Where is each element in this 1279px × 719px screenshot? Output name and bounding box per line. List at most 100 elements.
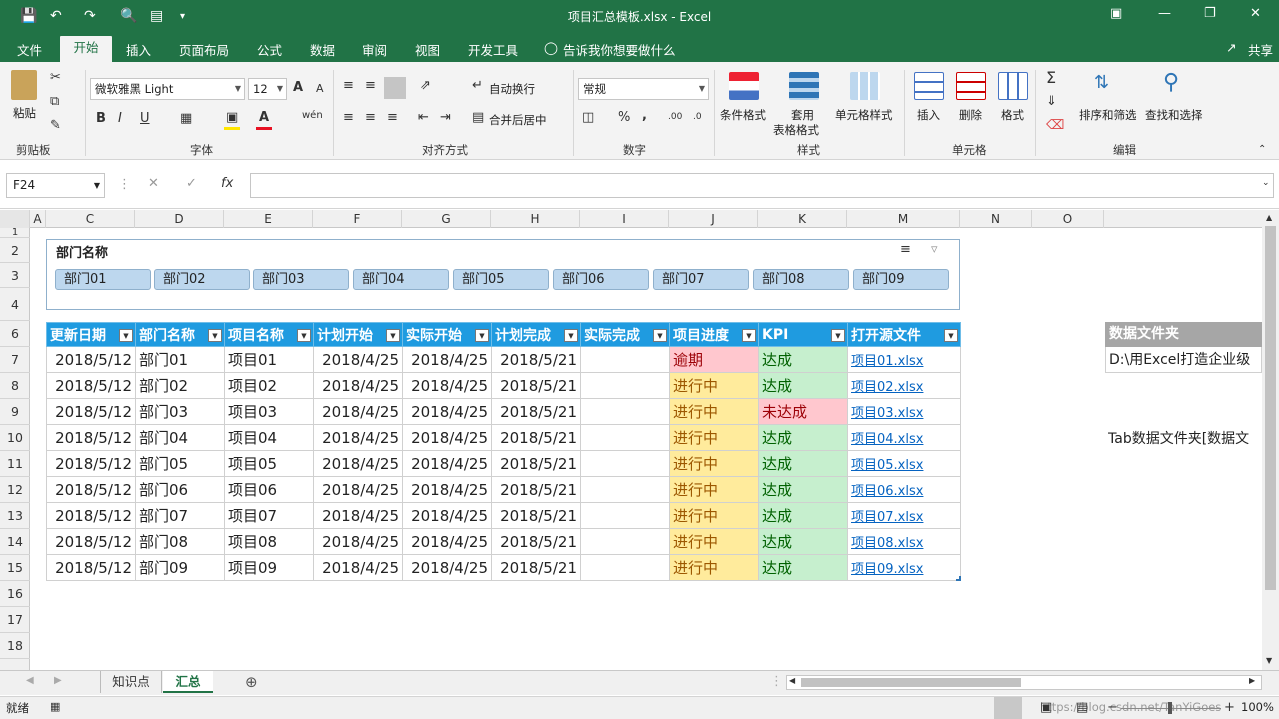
paste-button[interactable]: 粘贴 (13, 105, 36, 121)
data-folder-header[interactable]: 数据文件夹 (1105, 322, 1262, 347)
cell-department[interactable]: 部门04 (135, 424, 225, 451)
format-painter-icon[interactable]: ✎ (50, 118, 61, 133)
tab-data[interactable]: 数据 (310, 40, 335, 59)
italic-button[interactable]: I (118, 111, 122, 126)
format-as-table-line1[interactable]: 套用 (791, 107, 814, 123)
filter-dropdown-icon[interactable]: ▼ (386, 329, 400, 342)
merge-center-button[interactable]: 合并后居中 (489, 112, 547, 128)
source-file-link[interactable]: 项目08.xlsx (847, 528, 961, 555)
header-plan-start[interactable]: 计划开始 ▼ (313, 322, 403, 347)
source-file-link[interactable]: 项目04.xlsx (847, 424, 961, 451)
find-select-button[interactable]: 查找和选择 (1145, 107, 1203, 123)
fill-color-icon[interactable]: ▣ (226, 110, 238, 125)
column-header[interactable]: D (135, 210, 224, 228)
column-header[interactable]: F (313, 210, 402, 228)
tab-file[interactable]: 文件 (17, 40, 42, 59)
tell-me-search[interactable]: 告诉我你想要做什么 (563, 40, 676, 59)
format-cells-icon[interactable] (998, 72, 1028, 100)
cell-actual-start[interactable]: 2018/4/25 (402, 502, 492, 529)
tab-developer[interactable]: 开发工具 (468, 40, 518, 59)
clear-filter-icon[interactable]: ▿ (931, 242, 938, 257)
data-folder-path[interactable]: D:\用Excel打造企业级 (1105, 347, 1262, 373)
conditional-format-button[interactable]: 条件格式 (720, 107, 766, 123)
cell-progress[interactable]: 进行中 (669, 476, 759, 503)
cell-project[interactable]: 项目05 (224, 450, 314, 477)
zoom-level[interactable]: 100% (1241, 700, 1274, 714)
insert-function-icon[interactable]: fx (221, 176, 233, 191)
cell-actual-start[interactable]: 2018/4/25 (402, 346, 492, 373)
header-department[interactable]: 部门名称 ▼ (135, 322, 225, 347)
column-header[interactable]: J (669, 210, 758, 228)
header-actual-start[interactable]: 实际开始 ▼ (402, 322, 492, 347)
phonetic-icon[interactable]: wén (302, 110, 323, 121)
filter-dropdown-icon[interactable]: ▼ (475, 329, 489, 342)
filter-dropdown-icon[interactable]: ▼ (297, 329, 311, 342)
cell-actual-start[interactable]: 2018/4/25 (402, 528, 492, 555)
cell-kpi[interactable]: 达成 (758, 424, 848, 451)
cell-plan-finish[interactable]: 2018/5/21 (491, 424, 581, 451)
cell-actual-start[interactable]: 2018/4/25 (402, 450, 492, 477)
cell-department[interactable]: 部门07 (135, 502, 225, 529)
scrollbar-thumb[interactable] (1265, 226, 1276, 590)
cell-plan-start[interactable]: 2018/4/25 (313, 450, 403, 477)
cell-update-date[interactable]: 2018/5/12 (46, 346, 136, 373)
scroll-down-icon[interactable]: ▼ (1266, 656, 1272, 665)
cell-project[interactable]: 项目04 (224, 424, 314, 451)
row-header[interactable]: 15 (0, 555, 30, 581)
cell-department[interactable]: 部门09 (135, 554, 225, 581)
cell-progress[interactable]: 进行中 (669, 528, 759, 555)
cell-project[interactable]: 项目03 (224, 398, 314, 425)
cell-update-date[interactable]: 2018/5/12 (46, 476, 136, 503)
cell-progress[interactable]: 进行中 (669, 398, 759, 425)
tab-page-layout[interactable]: 页面布局 (179, 40, 229, 59)
wrap-text-icon[interactable]: ↵ (472, 78, 483, 93)
row-header[interactable]: 13 (0, 503, 30, 529)
cell-plan-finish[interactable]: 2018/5/21 (491, 398, 581, 425)
cell-project[interactable]: 项目07 (224, 502, 314, 529)
tab-formulas[interactable]: 公式 (257, 40, 282, 59)
cell-actual-start[interactable]: 2018/4/25 (402, 554, 492, 581)
source-file-link[interactable]: 项目03.xlsx (847, 398, 961, 425)
insert-cells-button[interactable]: 插入 (917, 107, 940, 123)
share-button[interactable]: 共享 (1248, 40, 1273, 59)
row-header[interactable]: 3 (0, 263, 30, 288)
shrink-font-icon[interactable]: A (316, 82, 324, 95)
collapse-ribbon-icon[interactable]: ⌃ (1258, 144, 1266, 155)
delete-cells-icon[interactable] (956, 72, 986, 100)
paste-icon[interactable] (11, 70, 37, 100)
increase-indent-icon[interactable]: ⇥ (440, 110, 451, 125)
cell-actual-finish[interactable] (580, 528, 670, 555)
cell-actual-finish[interactable] (580, 502, 670, 529)
increase-decimal-icon[interactable]: .00 (668, 112, 682, 122)
slicer-item[interactable]: 部门02 (154, 269, 250, 290)
row-header[interactable]: 14 (0, 529, 30, 555)
font-color-icon[interactable]: A (259, 110, 269, 125)
cell-project[interactable]: 项目02 (224, 372, 314, 399)
filter-dropdown-icon[interactable]: ▼ (653, 329, 667, 342)
zoom-slider-thumb[interactable] (1168, 702, 1172, 714)
page-break-view-icon[interactable]: ▤ (1076, 700, 1088, 715)
vertical-scrollbar[interactable]: ▲ ▼ (1262, 210, 1279, 670)
slicer-item[interactable]: 部门08 (753, 269, 849, 290)
slicer-item[interactable]: 部门01 (55, 269, 151, 290)
format-as-table-icon[interactable] (789, 72, 819, 100)
sort-filter-icon[interactable]: ⇅ (1094, 72, 1109, 93)
tab-split-icon[interactable]: ⋮ (770, 674, 783, 689)
cell-progress[interactable]: 进行中 (669, 450, 759, 477)
header-open-source[interactable]: 打开源文件 ▼ (847, 322, 961, 347)
cell-update-date[interactable]: 2018/5/12 (46, 554, 136, 581)
close-icon[interactable]: ✕ (1250, 6, 1261, 21)
cell-project[interactable]: 项目01 (224, 346, 314, 373)
cell-plan-finish[interactable]: 2018/5/21 (491, 346, 581, 373)
cell-progress[interactable]: 进行中 (669, 502, 759, 529)
header-kpi[interactable]: KPI ▼ (758, 322, 848, 347)
cell-plan-start[interactable]: 2018/4/25 (313, 372, 403, 399)
delete-cells-button[interactable]: 删除 (959, 107, 982, 123)
fill-icon[interactable]: ⇓ (1046, 94, 1057, 109)
normal-view-icon[interactable] (994, 697, 1022, 719)
prev-sheet-icon[interactable]: ◀ (26, 675, 34, 686)
cell-project[interactable]: 项目08 (224, 528, 314, 555)
column-header[interactable]: E (224, 210, 313, 228)
cell-update-date[interactable]: 2018/5/12 (46, 424, 136, 451)
cell-kpi[interactable]: 未达成 (758, 398, 848, 425)
